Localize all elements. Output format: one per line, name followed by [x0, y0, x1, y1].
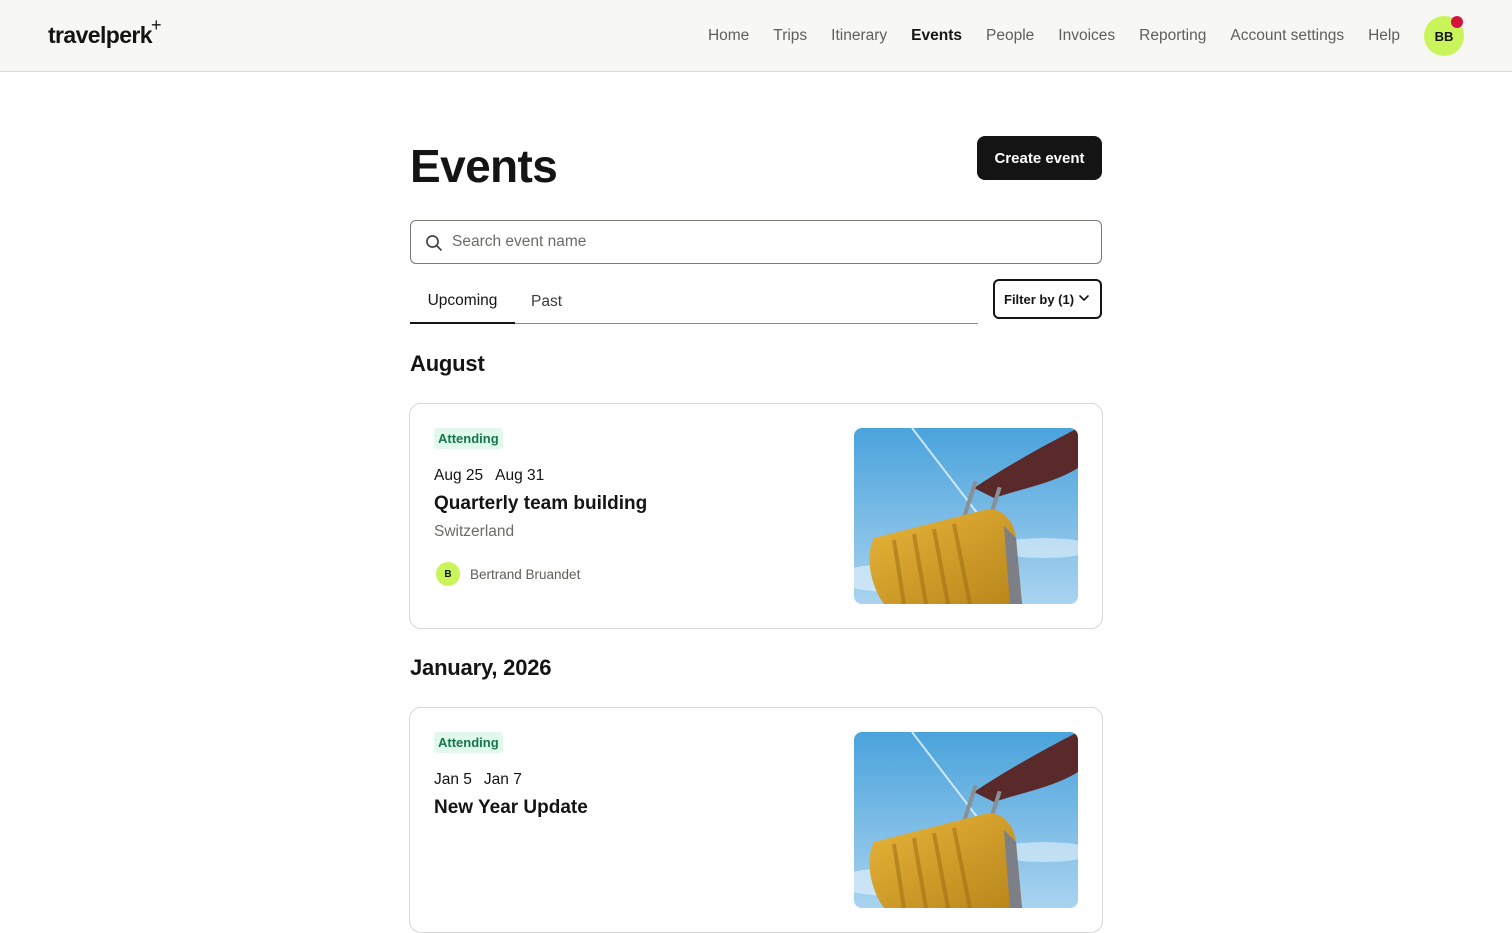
search-input[interactable]	[452, 221, 1082, 263]
nav-help[interactable]: Help	[1368, 27, 1400, 45]
event-end-date: Aug 31	[495, 467, 545, 484]
suitcase-image	[854, 428, 1078, 604]
nav-itinerary[interactable]: Itinerary	[831, 27, 887, 45]
nav-trips[interactable]: Trips	[773, 27, 807, 45]
main-nav: Home Trips Itinerary Events People Invoi…	[684, 16, 1464, 56]
event-start-date: Jan 5	[434, 771, 472, 788]
nav-account-settings[interactable]: Account settings	[1230, 27, 1344, 45]
event-card[interactable]: Attending Jan 5 Jan 7 New Year Update	[409, 707, 1103, 933]
chevron-down-icon	[1079, 295, 1089, 301]
search-icon	[426, 235, 442, 251]
month-heading: August	[410, 351, 485, 376]
event-tabs: Upcoming Past	[410, 280, 978, 324]
event-image	[854, 732, 1078, 908]
status-badge: Attending	[434, 732, 503, 753]
event-image	[854, 428, 1078, 604]
user-initials: BB	[1434, 28, 1454, 44]
status-badge: Attending	[434, 428, 503, 449]
logo-text: travelperk	[48, 22, 153, 48]
create-event-button[interactable]: Create event	[977, 136, 1102, 180]
user-avatar[interactable]: BB	[1424, 16, 1464, 56]
event-end-date: Jan 7	[483, 771, 522, 788]
nav-reporting[interactable]: Reporting	[1139, 27, 1206, 45]
nav-home[interactable]: Home	[708, 27, 749, 45]
event-organizer: B Bertrand Bruandet	[436, 562, 580, 586]
event-card[interactable]: Attending Aug 25 Aug 31 Quarterly team bu…	[409, 403, 1103, 629]
filter-button[interactable]: Filter by (1)	[993, 279, 1102, 319]
top-navigation-bar: travelperk + Home Trips Itinerary Events …	[0, 0, 1512, 72]
filter-label: Filter by (1)	[1004, 291, 1075, 307]
month-heading: January, 2026	[410, 655, 552, 680]
tab-past[interactable]: Past	[515, 280, 578, 324]
event-location: Switzerland	[434, 523, 515, 540]
nav-events[interactable]: Events	[911, 27, 962, 45]
organizer-avatar: B	[436, 562, 460, 586]
notification-dot	[1451, 16, 1463, 28]
event-name: Quarterly team building	[434, 493, 648, 514]
suitcase-image	[854, 732, 1078, 908]
event-start-date: Aug 25	[434, 467, 484, 484]
logo-mark: +	[151, 15, 162, 35]
travelperk-logo[interactable]: travelperk +	[48, 15, 162, 49]
event-name: New Year Update	[434, 797, 588, 818]
tab-upcoming[interactable]: Upcoming	[410, 280, 515, 324]
nav-invoices[interactable]: Invoices	[1058, 27, 1115, 45]
organizer-name: Bertrand Bruandet	[470, 566, 581, 582]
search-box[interactable]	[410, 220, 1102, 264]
page-title: Events	[410, 140, 558, 192]
event-dates: Aug 25 Aug 31	[434, 467, 544, 485]
event-dates: Jan 5 Jan 7	[434, 771, 522, 789]
nav-people[interactable]: People	[986, 27, 1034, 45]
